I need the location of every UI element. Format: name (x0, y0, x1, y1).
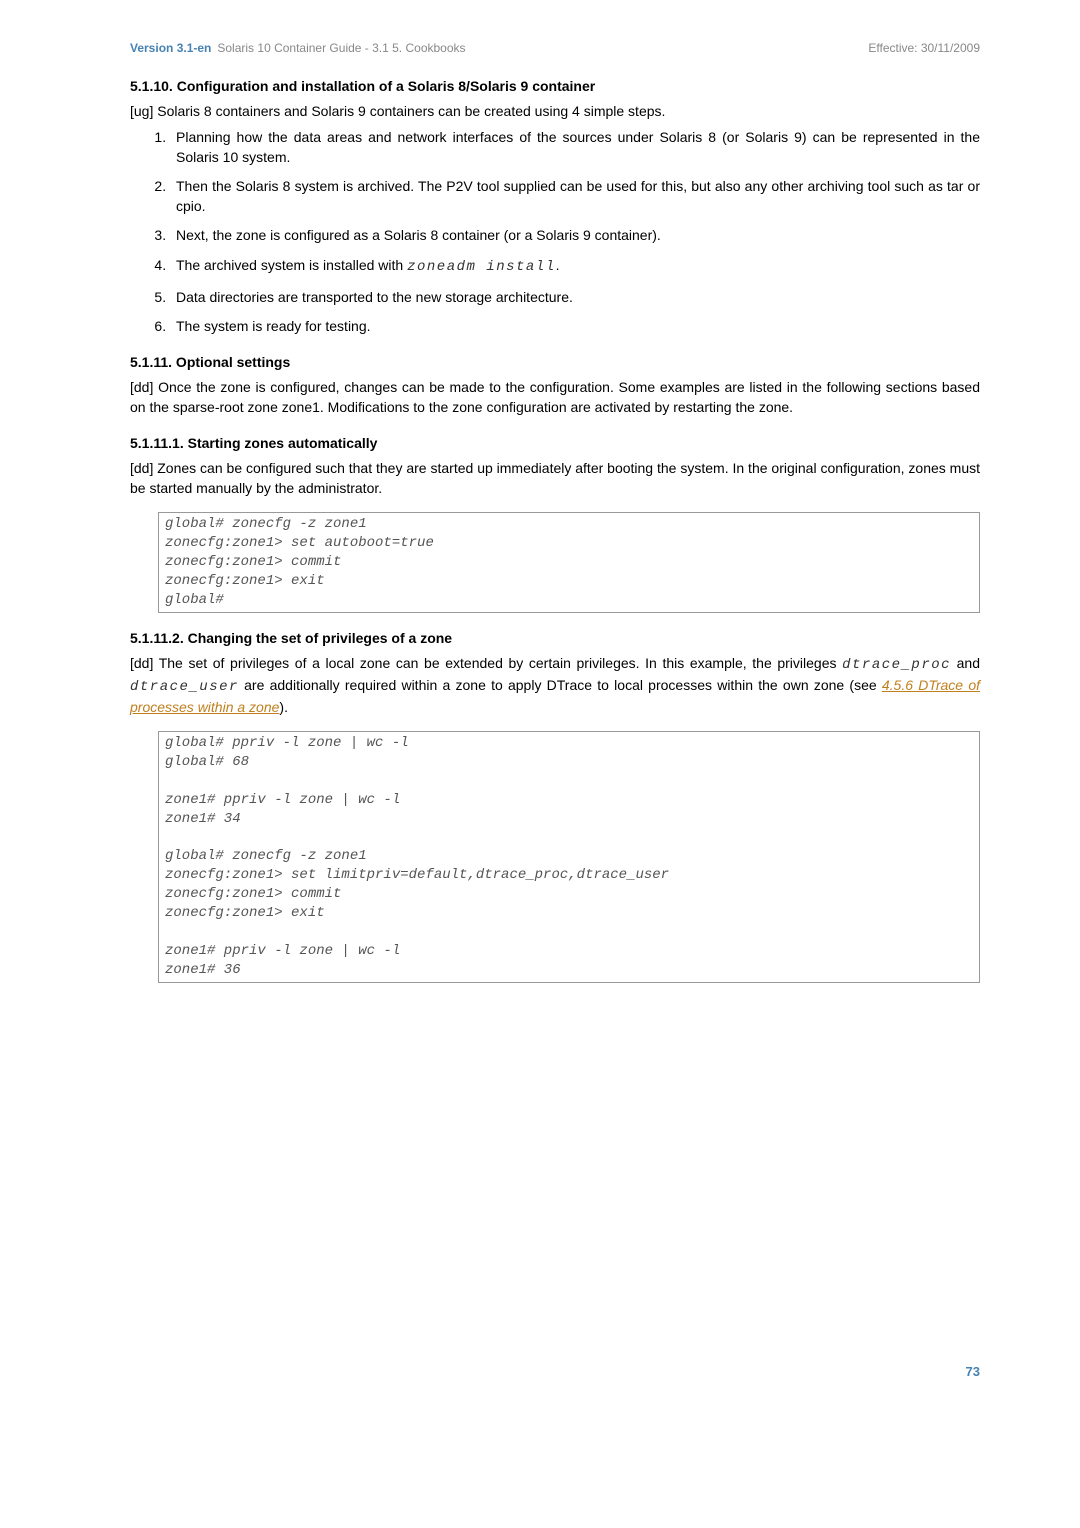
section-5-1-11-heading: 5.1.11. Optional settings (130, 353, 980, 373)
p-text: [dd] The set of privileges of a local zo… (130, 655, 842, 671)
li4-command: zoneadm install (407, 259, 556, 275)
code-block-autoboot: global# zonecfg -z zone1 zonecfg:zone1> … (158, 512, 980, 612)
list-item: The archived system is installed with zo… (170, 256, 980, 278)
code-block-privileges: global# ppriv -l zone | wc -l global# 68… (158, 731, 980, 983)
header-title: Solaris 10 Container Guide - 3.1 5. Cook… (217, 40, 465, 57)
section-5-1-10-intro: [ug] Solaris 8 containers and Solaris 9 … (130, 102, 980, 122)
li4-text-a: The archived system is installed with (176, 257, 407, 273)
li4-text-c: . (556, 257, 560, 273)
header-left: Version 3.1-en Solaris 10 Container Guid… (130, 40, 466, 57)
section-5-1-11-1-heading: 5.1.11.1. Starting zones automatically (130, 434, 980, 454)
p-text: and (951, 655, 980, 671)
header-effective: Effective: 30/11/2009 (868, 40, 980, 57)
section-5-1-10-list: Planning how the data areas and network … (170, 128, 980, 337)
header-version: Version 3.1-en (130, 40, 211, 57)
page-number: 73 (130, 1363, 980, 1381)
priv-dtrace-proc: dtrace_proc (842, 657, 951, 673)
list-item: Data directories are transported to the … (170, 288, 980, 308)
page-header: Version 3.1-en Solaris 10 Container Guid… (130, 40, 980, 57)
priv-dtrace-user: dtrace_user (130, 679, 239, 695)
section-5-1-11-para: [dd] Once the zone is configured, change… (130, 378, 980, 417)
section-5-1-10-heading: 5.1.10. Configuration and installation o… (130, 77, 980, 97)
list-item: The system is ready for testing. (170, 317, 980, 337)
p-text: ). (279, 699, 288, 715)
section-5-1-11-2-heading: 5.1.11.2. Changing the set of privileges… (130, 629, 980, 649)
section-5-1-11-1-para: [dd] Zones can be configured such that t… (130, 459, 980, 498)
list-item: Next, the zone is configured as a Solari… (170, 226, 980, 246)
p-text: are additionally required within a zone … (239, 677, 882, 693)
list-item: Then the Solaris 8 system is archived. T… (170, 177, 980, 216)
section-5-1-11-2-para: [dd] The set of privileges of a local zo… (130, 654, 980, 717)
list-item: Planning how the data areas and network … (170, 128, 980, 167)
